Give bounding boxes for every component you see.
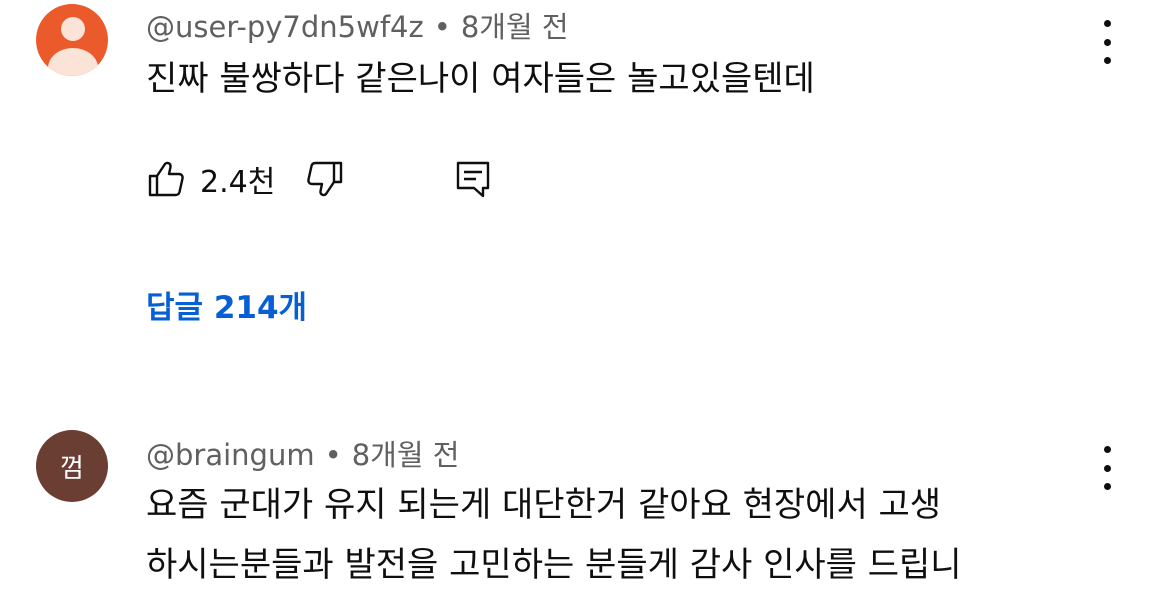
author-avatar[interactable] (36, 4, 108, 76)
comment-text: 진짜 불쌍하다 같은나이 여자들은 놀고있을텐데 (146, 59, 815, 99)
comment-time[interactable]: 8개월 전 (461, 10, 569, 44)
comment-meta: @braingum • 8개월 전 (146, 432, 459, 474)
meta-separator: • (433, 10, 451, 44)
thumbs-up-icon (148, 161, 184, 197)
view-replies-button[interactable]: 답글 214개 (146, 282, 307, 327)
dislike-button[interactable] (305, 159, 345, 199)
comment-text-line: 요즘 군대가 유지 되는게 대단한거 같아요 현장에서 고생 (146, 485, 942, 525)
like-count: 2.4천 (200, 165, 276, 200)
comment-time[interactable]: 8개월 전 (352, 438, 460, 472)
author-name[interactable]: @braingum (146, 438, 315, 472)
like-button[interactable] (146, 159, 186, 199)
more-actions-icon[interactable] (1096, 20, 1118, 64)
author-name[interactable]: @user-py7dn5wf4z (146, 10, 424, 44)
comment-text-line: 하시는분들과 발전을 고민하는 분들게 감사 인사를 드립니 (146, 545, 962, 585)
comment-action-bar: 2.4천 (146, 158, 493, 200)
default-user-icon (61, 17, 85, 41)
more-actions-icon[interactable] (1096, 446, 1118, 490)
comments-section: @user-py7dn5wf4z • 8개월 전 진짜 불쌍하다 같은나이 여자들은… (0, 0, 1152, 600)
reply-button[interactable] (453, 159, 493, 199)
comment-meta: @user-py7dn5wf4z • 8개월 전 (146, 4, 569, 46)
thumbs-down-icon (307, 161, 343, 197)
author-avatar[interactable]: 껌 (36, 430, 108, 502)
comment-reply-icon (457, 161, 490, 198)
meta-separator: • (324, 438, 342, 472)
